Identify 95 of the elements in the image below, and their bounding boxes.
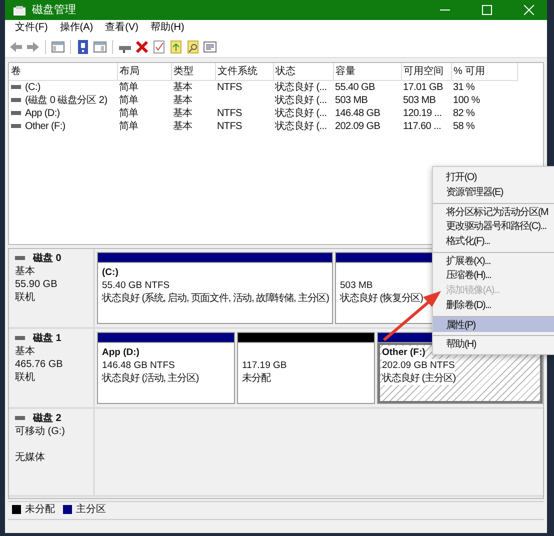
column-header[interactable]: 容量 xyxy=(333,62,401,80)
column-header[interactable]: 布局 xyxy=(117,62,171,80)
menu-item[interactable]: 打开(O) xyxy=(433,170,554,185)
table-cell: 简单 xyxy=(119,120,138,132)
menu-item[interactable]: 帮助(H) xyxy=(433,335,554,351)
table-cell: 简单 xyxy=(119,108,138,119)
table-cell: 503 MB xyxy=(335,94,368,106)
column-header[interactable]: % 可用 xyxy=(451,62,517,80)
partition-size: 146.48 GB NTFS xyxy=(102,358,175,372)
menu-item[interactable]: 操作(A) xyxy=(54,20,100,36)
menu-item[interactable]: 资源管理器(E) xyxy=(433,185,554,200)
menu-item[interactable]: 查看(V) xyxy=(99,20,144,36)
arrow-annotation xyxy=(383,291,441,342)
table-cell: 31 % xyxy=(453,82,475,93)
table-cell: Other (F:) xyxy=(25,120,66,133)
menu-item[interactable]: 更改驱动器号和路径(C)... xyxy=(433,219,554,234)
table-cell: 基本 xyxy=(173,108,192,119)
table-cell: 202.09 GB xyxy=(335,120,380,132)
table-cell: 117.60 ... xyxy=(403,120,441,132)
table-cell: 17.01 GB xyxy=(403,82,443,93)
table-cell: 基本 xyxy=(173,94,192,106)
legend-label: 未分配 xyxy=(25,502,55,518)
disk-name: 磁盘 1 xyxy=(33,332,62,345)
disk-info: 联机 xyxy=(15,290,35,304)
disk-info: 无媒体 xyxy=(15,450,45,464)
partition-box[interactable]: (C:) 55.40 GB NTFS 状态良好 (系统, 启动, 页面文件, 活动, 故障转储, 主分区) xyxy=(97,262,333,324)
table-cell: 状态良好 (... xyxy=(275,120,327,132)
menu-item[interactable]: 文件(F) xyxy=(9,20,54,36)
folder-icon[interactable] xyxy=(169,40,183,54)
column-header[interactable]: 卷 xyxy=(9,62,117,80)
disk-info: 基本 xyxy=(15,344,35,358)
partition-status: 状态良好 (恢复分区) xyxy=(340,292,423,305)
partition-size: 503 MB xyxy=(340,278,373,292)
menu-item[interactable]: 格式化(F)... xyxy=(433,234,554,249)
checklist-icon[interactable] xyxy=(152,40,166,54)
forward-arrow-icon[interactable] xyxy=(26,40,40,54)
delete-icon[interactable] xyxy=(135,40,149,54)
partition-status: 状态良好 (主分区) xyxy=(382,372,456,385)
disk-info: 联机 xyxy=(15,370,35,384)
partition-size: 117.19 GB xyxy=(242,358,287,372)
table-cell: NTFS xyxy=(217,82,242,93)
partition-size: 202.09 GB NTFS xyxy=(382,358,455,372)
column-header[interactable]: 状态 xyxy=(273,62,333,80)
table-cell: App (D:) xyxy=(25,106,60,120)
table-cell: (C:) xyxy=(25,80,40,94)
menu-item[interactable]: 将分区标记为活动分区(M xyxy=(433,203,554,219)
disk-info: 基本 xyxy=(15,264,35,278)
help-book-icon[interactable] xyxy=(76,40,90,54)
disk-management-icon xyxy=(13,4,26,16)
menu-item[interactable]: 扩展卷(X)... xyxy=(433,252,554,268)
back-arrow-icon[interactable] xyxy=(9,40,23,54)
table-cell: 503 MB xyxy=(403,94,436,106)
disk-info: 465.76 GB xyxy=(15,358,63,371)
table-cell: 状态良好 (... xyxy=(275,108,327,119)
table-cell: NTFS xyxy=(217,120,242,132)
menu-item[interactable]: 属性(P) xyxy=(433,316,554,332)
disk-info: 55.90 GB xyxy=(15,278,58,291)
table-cell: (磁盘 0 磁盘分区 2) xyxy=(25,94,108,107)
table-cell: 146.48 GB xyxy=(335,108,380,119)
column-header[interactable]: 类型 xyxy=(171,62,215,80)
table-cell: NTFS xyxy=(217,108,242,119)
table-cell: 基本 xyxy=(173,82,192,93)
menu-item[interactable]: 帮助(H) xyxy=(144,20,190,36)
disk-name: 磁盘 2 xyxy=(33,412,62,425)
partition-name: Other (F:) xyxy=(382,346,426,359)
list-icon[interactable] xyxy=(203,40,217,54)
partition-status: 状态良好 (活动, 主分区) xyxy=(102,372,199,385)
table-cell: 82 % xyxy=(453,108,475,119)
partition-box[interactable]: App (D:) 146.48 GB NTFS 状态良好 (活动, 主分区) xyxy=(97,342,235,404)
table-cell: 58 % xyxy=(453,120,475,132)
partition-name: (C:) xyxy=(102,266,118,279)
table-cell: 55.40 GB xyxy=(335,82,375,93)
panel-icon[interactable] xyxy=(51,40,65,54)
window-title: 磁盘管理 xyxy=(32,2,77,18)
table-cell: 基本 xyxy=(173,120,192,132)
disk-info: 可移动 (G:) xyxy=(15,424,65,438)
panel-icon[interactable] xyxy=(93,40,107,54)
table-cell: 简单 xyxy=(119,82,138,93)
partition-size: 55.40 GB NTFS xyxy=(102,278,170,292)
partition-name: App (D:) xyxy=(102,346,140,359)
close-icon[interactable] xyxy=(524,5,534,15)
partition-box[interactable]: 117.19 GB 未分配 xyxy=(237,342,375,404)
legend-label: 主分区 xyxy=(76,502,106,518)
table-cell: 状态良好 (... xyxy=(275,94,327,106)
maximize-icon[interactable] xyxy=(482,5,492,15)
partition-status: 未分配 xyxy=(242,372,270,385)
table-cell: 120.19 ... xyxy=(403,108,442,119)
table-cell: 简单 xyxy=(119,94,138,106)
folder-search-icon[interactable] xyxy=(186,40,200,54)
partition-status: 状态良好 (系统, 启动, 页面文件, 活动, 故障转储, 主分区) xyxy=(102,292,329,305)
column-header[interactable]: 文件系统 xyxy=(215,62,273,80)
table-cell: 100 % xyxy=(453,94,480,106)
table-cell: 状态良好 (... xyxy=(275,82,327,93)
disk-name: 磁盘 0 xyxy=(33,252,62,265)
column-header[interactable]: 可用空间 xyxy=(401,62,451,80)
